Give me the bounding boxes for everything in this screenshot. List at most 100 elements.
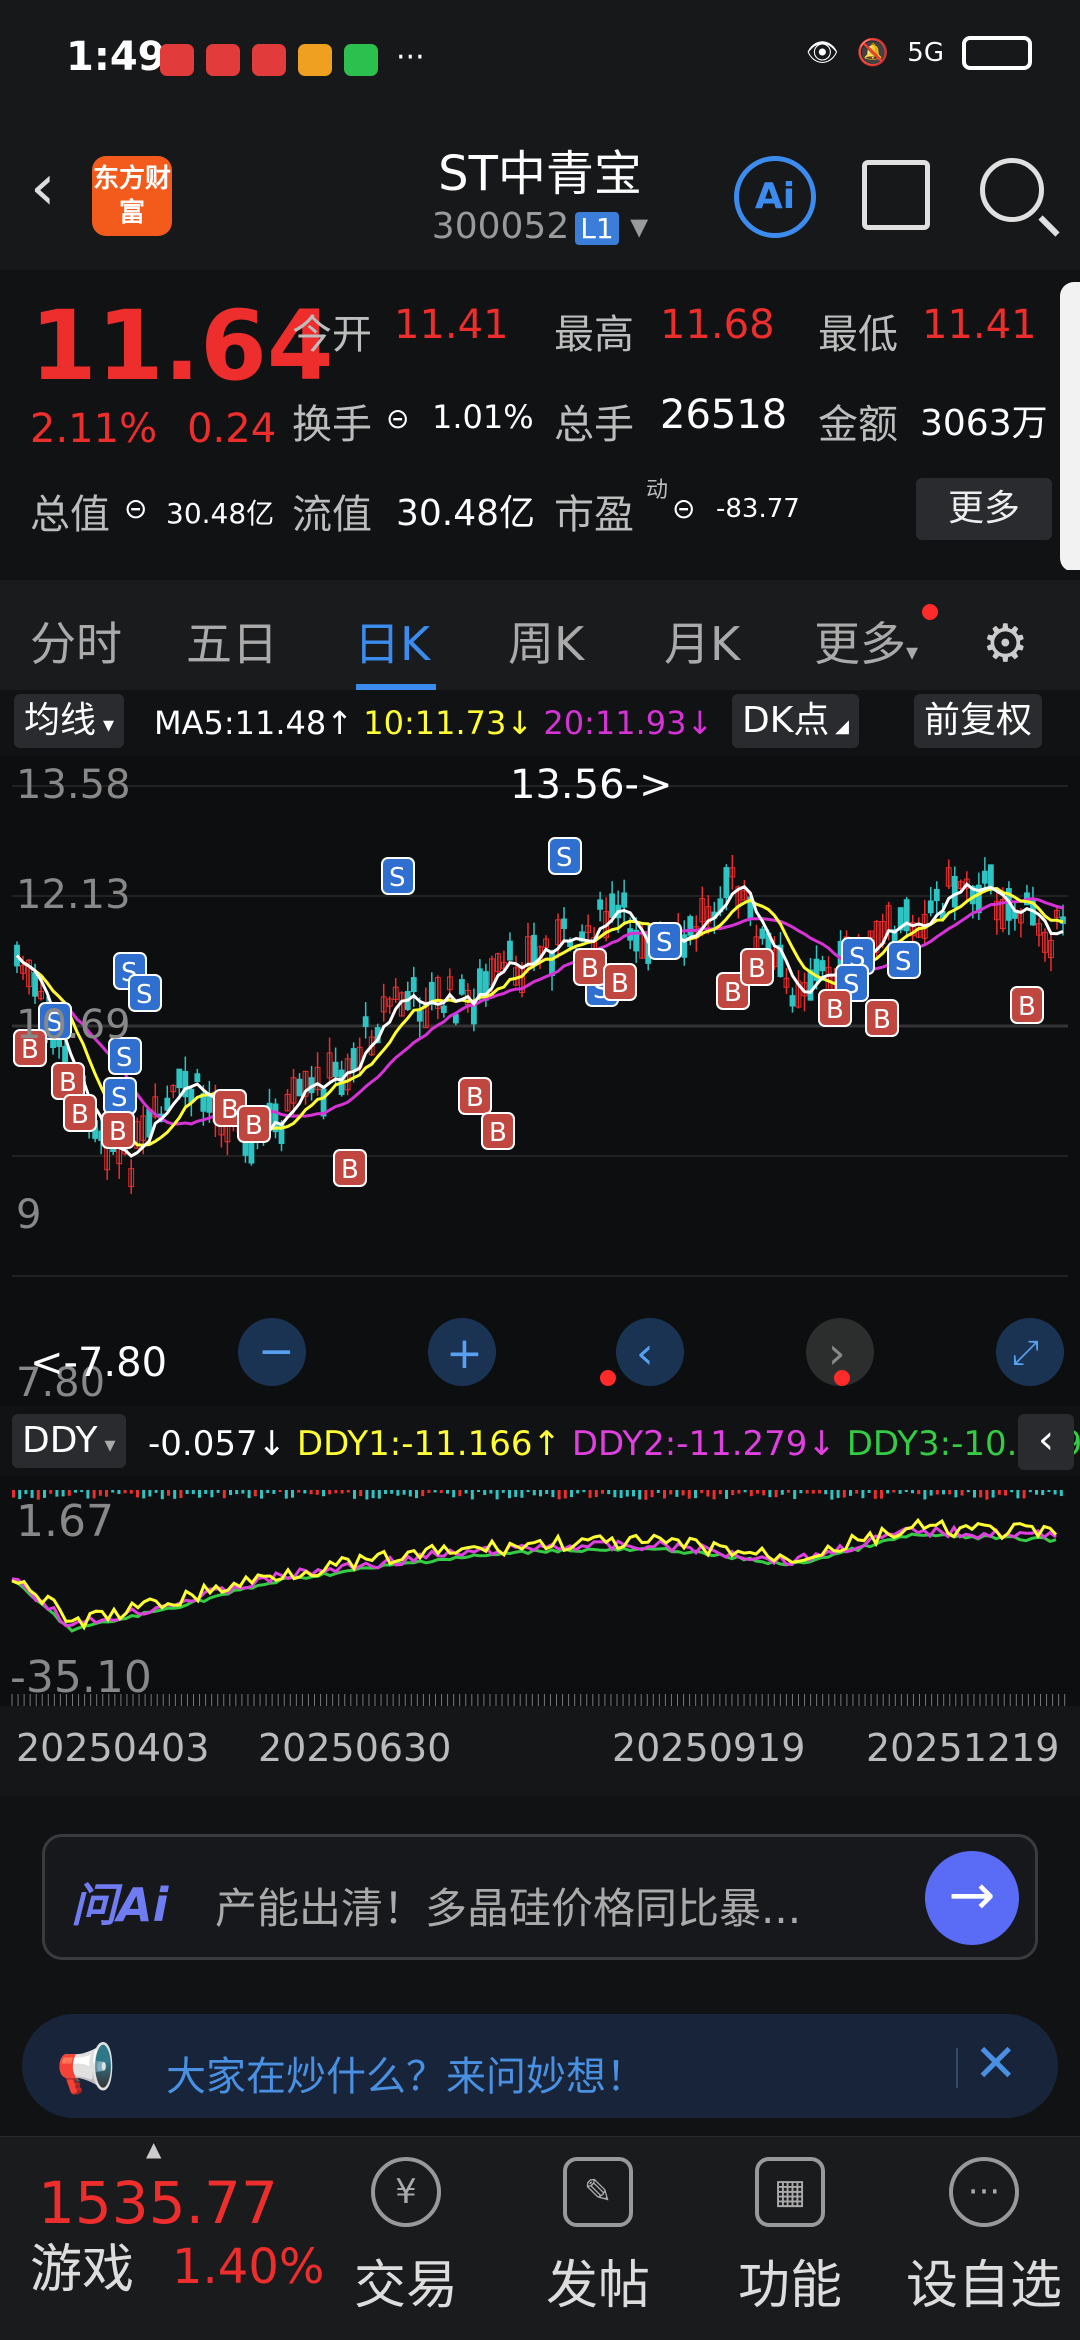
amount-value: 3063万 xyxy=(920,403,1048,444)
ddy-bar xyxy=(855,1490,859,1494)
gear-icon[interactable]: ⚙ xyxy=(982,614,1029,674)
date-label: 20251219 xyxy=(866,1726,1060,1770)
arrow-right-icon[interactable]: → xyxy=(925,1851,1019,1945)
ddy-bar xyxy=(377,1490,381,1499)
notice-banner[interactable]: 📢 大家在炒什么？来问妙想！ ✕ xyxy=(22,2014,1058,2118)
bs-markers: SSSSSSSSS S SSBBBBBBBBBB B BBB B B xyxy=(13,837,1044,1187)
candle-body xyxy=(561,918,567,929)
candle-body xyxy=(206,1094,213,1113)
tab-weekly-k[interactable]: 周K xyxy=(508,608,584,674)
ddy-bar xyxy=(576,1490,580,1494)
collapse-icon[interactable]: ‹ xyxy=(1018,1414,1074,1470)
quote-panel: 11.64 2.11% 0.24 今开 11.41 最高 11.68 最低 11.… xyxy=(0,270,1080,572)
ddy-bar xyxy=(464,1490,468,1494)
mktcap-value: 30.48亿 xyxy=(166,497,275,530)
ddy-bar xyxy=(1035,1490,1038,1495)
tab-more[interactable]: 更多▾ xyxy=(814,608,918,674)
add-watchlist-button[interactable]: ··· 设自选 xyxy=(898,2157,1070,2318)
y-label: 10.69 xyxy=(16,1002,131,1048)
marker-letter: B xyxy=(611,969,629,999)
ddy-bar xyxy=(452,1490,456,1498)
plus-icon: + xyxy=(446,1328,483,1379)
ddy-bar xyxy=(793,1490,797,1500)
ddy-bar xyxy=(861,1490,865,1499)
high-label: 最高 xyxy=(554,312,634,358)
candle-body xyxy=(933,888,940,902)
caret-up-icon: ▲ xyxy=(146,2137,162,2161)
ddy-bar xyxy=(526,1490,530,1493)
ddy-bar xyxy=(935,1490,939,1495)
tab-daily-k[interactable]: 日K xyxy=(354,608,430,674)
ask-ai-bar[interactable]: 问Ai 产能出清！多晶硅价格同比暴... → xyxy=(42,1834,1038,1960)
change-pct: 2.11% xyxy=(30,406,158,452)
stock-header: ‹ 东方财富 ST中青宝 300052 L1 ▾ Ai xyxy=(0,120,1080,270)
indicator-label: DDY xyxy=(22,1420,98,1461)
ma-values: MA5:11.48↑ 10:11.73↓ 20:11.93↓ xyxy=(154,704,713,742)
ddy-bar xyxy=(67,1490,71,1496)
indicator-select[interactable]: DDY ▾ xyxy=(12,1414,126,1468)
marker-letter: B xyxy=(71,1100,89,1130)
ddy-bar xyxy=(1010,1490,1014,1493)
candle-body xyxy=(687,916,694,936)
ai-button[interactable]: Ai xyxy=(734,156,816,238)
ma-select[interactable]: 均线 ▾ xyxy=(14,694,125,748)
tab-intraday[interactable]: 分时 xyxy=(30,608,122,674)
ddy-y-bottom: -35.10 xyxy=(10,1652,152,1703)
eye-icon: 👁 xyxy=(805,38,839,68)
ddy-bar xyxy=(712,1490,716,1500)
ddy-bar xyxy=(191,1490,195,1495)
ddy-bars xyxy=(12,1490,1063,1500)
ddy-bar xyxy=(322,1490,325,1497)
ddy-bar xyxy=(948,1490,952,1495)
chevron-down-icon[interactable]: ▾ xyxy=(630,206,648,247)
side-panel-handle[interactable] xyxy=(1060,282,1080,572)
volume-value: 26518 xyxy=(660,392,788,438)
ddy-bar xyxy=(706,1490,710,1497)
ddy-bar xyxy=(1047,1490,1051,1493)
high-value: 11.68 xyxy=(660,302,775,348)
ddy-values: -0.057↓ DDY1:-11.166↑ DDY2:-11.279↓ DDY3… xyxy=(148,1424,1080,1464)
share-icon[interactable] xyxy=(862,160,930,230)
ddy-bar xyxy=(123,1490,127,1494)
post-button[interactable]: ✎ 发帖 xyxy=(518,2157,678,2318)
dk-button[interactable]: DK点 ◢ xyxy=(732,694,859,748)
ddy-bar xyxy=(725,1490,728,1499)
adjust-button[interactable]: 前复权 xyxy=(914,694,1043,748)
ddy-bar xyxy=(334,1490,338,1494)
ddy-bar xyxy=(260,1490,263,1499)
ddy-bar xyxy=(278,1490,282,1493)
info-icon[interactable]: ⊝ xyxy=(386,402,409,435)
ddy-bar xyxy=(818,1490,821,1494)
close-icon[interactable]: ✕ xyxy=(974,2034,1018,2094)
low-label: 最低 xyxy=(818,312,898,358)
ddy-bar xyxy=(1059,1490,1063,1497)
level-badge: L1 xyxy=(575,212,619,245)
search-icon[interactable] xyxy=(980,158,1044,222)
ddy-y-top: 1.67 xyxy=(16,1496,114,1547)
minus-icon: − xyxy=(258,1326,295,1377)
ddy-bar xyxy=(799,1490,803,1494)
info-icon[interactable]: ⊝ xyxy=(672,492,695,525)
kline-chart[interactable]: SSSSSSSSSSSSBBBBBBBBBBBBBBBB 13.58 12.13… xyxy=(0,756,1080,1406)
candle-body xyxy=(362,1016,369,1027)
ma-select-label: 均线 xyxy=(24,700,97,741)
candle-body xyxy=(416,1010,423,1022)
trade-button[interactable]: ¥ 交易 xyxy=(326,2157,486,2318)
ddy-bar xyxy=(898,1490,902,1494)
ddy-bar xyxy=(780,1490,784,1495)
ddy-bar xyxy=(353,1490,356,1499)
ddy-bar xyxy=(601,1490,604,1494)
ddy-bar xyxy=(427,1490,431,1493)
index-name[interactable]: 游戏 xyxy=(30,2227,134,2302)
ddy-bar xyxy=(415,1490,418,1499)
ddy-bar xyxy=(179,1490,183,1499)
ddy-chart[interactable]: 1.67 -35.10 xyxy=(0,1476,1080,1706)
ddy-bar xyxy=(241,1490,245,1494)
candle-body xyxy=(332,1061,339,1078)
tab-five-day[interactable]: 五日 xyxy=(186,608,278,674)
functions-button[interactable]: ▦ 功能 xyxy=(710,2157,870,2318)
tab-monthly-k[interactable]: 月K xyxy=(664,608,740,674)
info-icon[interactable]: ⊝ xyxy=(124,492,147,525)
more-button[interactable]: 更多 xyxy=(916,478,1052,540)
ddy-bar xyxy=(873,1490,877,1499)
